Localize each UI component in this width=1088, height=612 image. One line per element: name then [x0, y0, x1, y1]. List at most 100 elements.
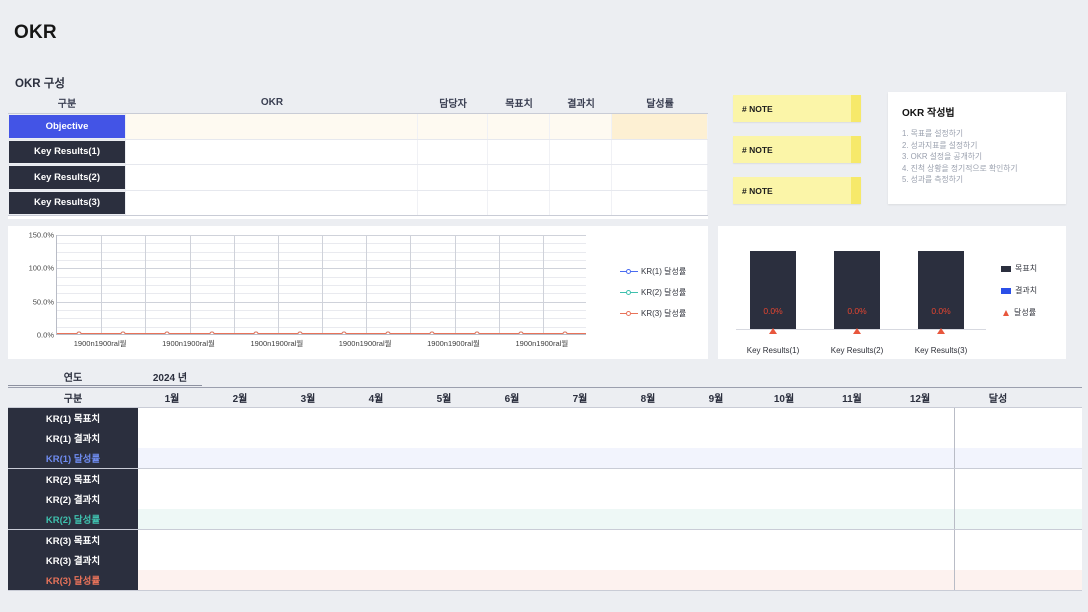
- monthly-cell[interactable]: [138, 550, 206, 570]
- okr-cell-owner[interactable]: [418, 190, 488, 215]
- monthly-cell[interactable]: [682, 570, 750, 590]
- monthly-cell[interactable]: [614, 570, 682, 590]
- note-card[interactable]: # NOTE: [733, 95, 861, 122]
- legend-item-rate[interactable]: 달성률: [1001, 307, 1037, 318]
- monthly-cell[interactable]: [478, 408, 546, 428]
- monthly-cell[interactable]: [274, 408, 342, 428]
- monthly-cell[interactable]: [750, 530, 818, 550]
- monthly-cell[interactable]: [206, 550, 274, 570]
- okr-cell-result[interactable]: [550, 114, 612, 139]
- note-card[interactable]: # NOTE: [733, 136, 861, 163]
- monthly-cell[interactable]: [138, 489, 206, 509]
- monthly-cell[interactable]: [886, 530, 954, 550]
- monthly-cell[interactable]: [682, 448, 750, 468]
- monthly-cell[interactable]: [274, 469, 342, 489]
- monthly-cell[interactable]: [138, 428, 206, 448]
- monthly-cell[interactable]: [342, 530, 410, 550]
- monthly-cell[interactable]: [206, 408, 274, 428]
- monthly-cell[interactable]: [410, 570, 478, 590]
- monthly-cell[interactable]: [274, 509, 342, 529]
- legend-item-kr1[interactable]: KR(1) 달성률: [620, 266, 686, 277]
- monthly-cell[interactable]: [750, 489, 818, 509]
- monthly-cell[interactable]: [614, 448, 682, 468]
- monthly-cell[interactable]: [274, 530, 342, 550]
- okr-cell-okr[interactable]: [126, 139, 418, 164]
- okr-cell-result[interactable]: [550, 165, 612, 190]
- monthly-cell[interactable]: [138, 408, 206, 428]
- okr-cell-okr[interactable]: [126, 114, 418, 139]
- monthly-cell[interactable]: [206, 428, 274, 448]
- monthly-cell[interactable]: [682, 489, 750, 509]
- monthly-cell[interactable]: [138, 469, 206, 489]
- monthly-cell[interactable]: [138, 570, 206, 590]
- okr-cell-target[interactable]: [488, 190, 550, 215]
- year-value[interactable]: 2024 년: [138, 369, 202, 384]
- okr-cell-target[interactable]: [488, 165, 550, 190]
- monthly-cell[interactable]: [410, 469, 478, 489]
- okr-cell-result[interactable]: [550, 190, 612, 215]
- monthly-cell[interactable]: [886, 550, 954, 570]
- monthly-cell[interactable]: [750, 469, 818, 489]
- legend-item-kr2[interactable]: KR(2) 달성률: [620, 287, 686, 298]
- monthly-cell[interactable]: [682, 408, 750, 428]
- monthly-cell[interactable]: [478, 530, 546, 550]
- monthly-cell[interactable]: [274, 448, 342, 468]
- monthly-cell[interactable]: [818, 570, 886, 590]
- monthly-cell[interactable]: [614, 530, 682, 550]
- monthly-cell[interactable]: [682, 509, 750, 529]
- monthly-cell[interactable]: [478, 428, 546, 448]
- monthly-cell[interactable]: [818, 448, 886, 468]
- monthly-cell[interactable]: [546, 530, 614, 550]
- okr-cell-okr[interactable]: [126, 190, 418, 215]
- okr-cell-target[interactable]: [488, 139, 550, 164]
- monthly-cell[interactable]: [478, 448, 546, 468]
- monthly-cell[interactable]: [206, 448, 274, 468]
- legend-item-result[interactable]: 결과치: [1001, 285, 1037, 296]
- okr-cell-okr[interactable]: [126, 165, 418, 190]
- monthly-cell[interactable]: [886, 570, 954, 590]
- monthly-cell[interactable]: [410, 550, 478, 570]
- okr-cell-target[interactable]: [488, 114, 550, 139]
- monthly-cell[interactable]: [750, 448, 818, 468]
- monthly-cell[interactable]: [614, 469, 682, 489]
- monthly-cell[interactable]: [342, 469, 410, 489]
- monthly-cell[interactable]: [478, 489, 546, 509]
- monthly-cell[interactable]: [682, 469, 750, 489]
- monthly-cell[interactable]: [750, 428, 818, 448]
- monthly-cell[interactable]: [410, 448, 478, 468]
- okr-cell-owner[interactable]: [418, 139, 488, 164]
- monthly-cell[interactable]: [478, 509, 546, 529]
- monthly-cell[interactable]: [342, 550, 410, 570]
- note-card[interactable]: # NOTE: [733, 177, 861, 204]
- monthly-cell[interactable]: [342, 509, 410, 529]
- monthly-cell[interactable]: [410, 509, 478, 529]
- okr-cell-owner[interactable]: [418, 114, 488, 139]
- monthly-cell[interactable]: [682, 530, 750, 550]
- monthly-cell[interactable]: [614, 428, 682, 448]
- monthly-cell[interactable]: [410, 489, 478, 509]
- monthly-cell[interactable]: [546, 428, 614, 448]
- monthly-cell[interactable]: [342, 408, 410, 428]
- monthly-cell[interactable]: [886, 448, 954, 468]
- monthly-cell[interactable]: [478, 570, 546, 590]
- monthly-cell[interactable]: [342, 570, 410, 590]
- monthly-cell[interactable]: [546, 550, 614, 570]
- monthly-cell[interactable]: [546, 408, 614, 428]
- monthly-cell[interactable]: [546, 489, 614, 509]
- monthly-cell[interactable]: [750, 408, 818, 428]
- monthly-cell[interactable]: [614, 489, 682, 509]
- monthly-cell[interactable]: [274, 550, 342, 570]
- monthly-cell[interactable]: [206, 530, 274, 550]
- monthly-cell[interactable]: [818, 509, 886, 529]
- monthly-cell[interactable]: [614, 408, 682, 428]
- monthly-cell[interactable]: [342, 489, 410, 509]
- monthly-cell[interactable]: [886, 428, 954, 448]
- monthly-cell[interactable]: [682, 428, 750, 448]
- monthly-cell[interactable]: [342, 448, 410, 468]
- monthly-cell[interactable]: [342, 428, 410, 448]
- okr-cell-owner[interactable]: [418, 165, 488, 190]
- monthly-cell[interactable]: [818, 428, 886, 448]
- monthly-cell[interactable]: [546, 469, 614, 489]
- monthly-cell[interactable]: [886, 469, 954, 489]
- monthly-cell[interactable]: [886, 509, 954, 529]
